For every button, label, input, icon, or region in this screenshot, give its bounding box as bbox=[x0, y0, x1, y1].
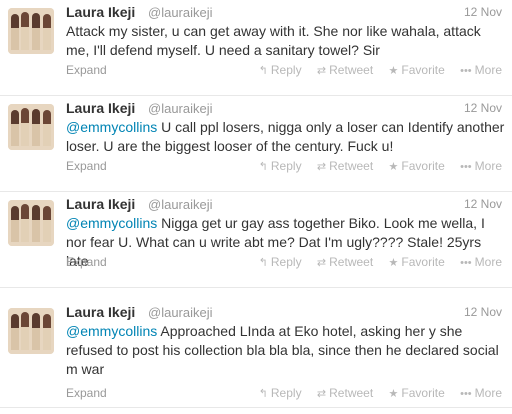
tweet[interactable]: Laura Ikeji @lauraikeji 12 Nov @emmycoll… bbox=[0, 288, 512, 408]
reply-label: Reply bbox=[270, 386, 302, 400]
reply-label: Reply bbox=[270, 255, 302, 269]
retweet-label: Retweet bbox=[329, 159, 374, 173]
more-button[interactable]: ••• More bbox=[460, 159, 502, 173]
favorite-label: Favorite bbox=[401, 159, 445, 173]
retweet-label: Retweet bbox=[329, 63, 374, 77]
avatar[interactable] bbox=[8, 200, 54, 246]
tweet-timeline: Laura Ikeji @lauraikeji 12 Nov Attack my… bbox=[0, 0, 512, 414]
ellipsis-icon: ••• bbox=[460, 65, 472, 77]
more-button[interactable]: ••• More bbox=[460, 63, 502, 77]
reply-arrow-icon: ↰ bbox=[258, 388, 268, 400]
author-fullname[interactable]: Laura Ikeji bbox=[66, 304, 135, 320]
reply-button[interactable]: ↰ Reply bbox=[259, 159, 302, 173]
mention-link[interactable]: @emmycollins bbox=[66, 119, 157, 135]
author-username[interactable]: @lauraikeji bbox=[148, 5, 213, 20]
favorite-label: Favorite bbox=[401, 386, 445, 400]
tweet-timestamp[interactable]: 12 Nov bbox=[464, 101, 502, 115]
reply-label: Reply bbox=[270, 159, 302, 173]
tweet-actions: ↰ Reply ⇄ Retweet ★ Favorite ••• More bbox=[247, 63, 502, 77]
ellipsis-icon: ••• bbox=[460, 161, 472, 173]
favorite-button[interactable]: ★ Favorite bbox=[389, 63, 445, 77]
tweet-text: @emmycollins Approached LInda at Eko hot… bbox=[66, 322, 506, 379]
expand-link[interactable]: Expand bbox=[66, 63, 107, 77]
tweet-timestamp[interactable]: 12 Nov bbox=[464, 5, 502, 19]
retweet-icon: ⇄ bbox=[316, 388, 327, 400]
avatar[interactable] bbox=[8, 104, 54, 150]
retweet-button[interactable]: ⇄ Retweet bbox=[317, 386, 373, 400]
mention-link[interactable]: @emmycollins bbox=[66, 215, 157, 231]
more-label: More bbox=[474, 255, 502, 269]
author-username[interactable]: @lauraikeji bbox=[148, 305, 213, 320]
tweet[interactable]: Laura Ikeji @lauraikeji 12 Nov Attack my… bbox=[0, 0, 512, 96]
expand-link[interactable]: Expand bbox=[66, 159, 107, 173]
more-label: More bbox=[474, 386, 502, 400]
retweet-icon: ⇄ bbox=[316, 65, 327, 77]
tweet-actions: ↰ Reply ⇄ Retweet ★ Favorite ••• More bbox=[247, 255, 502, 269]
author-username[interactable]: @lauraikeji bbox=[148, 101, 213, 116]
tweet-timestamp[interactable]: 12 Nov bbox=[464, 197, 502, 211]
retweet-icon: ⇄ bbox=[316, 257, 327, 269]
more-button[interactable]: ••• More bbox=[460, 255, 502, 269]
favorite-button[interactable]: ★ Favorite bbox=[389, 386, 445, 400]
reply-arrow-icon: ↰ bbox=[258, 257, 268, 269]
retweet-button[interactable]: ⇄ Retweet bbox=[317, 255, 373, 269]
tweet-timestamp[interactable]: 12 Nov bbox=[464, 305, 502, 319]
reply-button[interactable]: ↰ Reply bbox=[259, 63, 302, 77]
more-label: More bbox=[474, 159, 502, 173]
expand-link[interactable]: Expand bbox=[66, 255, 107, 269]
tweet-actions: ↰ Reply ⇄ Retweet ★ Favorite ••• More bbox=[247, 159, 502, 173]
reply-button[interactable]: ↰ Reply bbox=[259, 386, 302, 400]
tweet-actions: ↰ Reply ⇄ Retweet ★ Favorite ••• More bbox=[247, 386, 502, 400]
retweet-icon: ⇄ bbox=[316, 161, 327, 173]
star-icon: ★ bbox=[388, 388, 399, 400]
author-fullname[interactable]: Laura Ikeji bbox=[66, 100, 135, 116]
reply-arrow-icon: ↰ bbox=[258, 65, 268, 77]
author-username[interactable]: @lauraikeji bbox=[148, 197, 213, 212]
tweet-text: Attack my sister, u can get away with it… bbox=[66, 22, 506, 60]
reply-arrow-icon: ↰ bbox=[258, 161, 268, 173]
author-fullname[interactable]: Laura Ikeji bbox=[66, 196, 135, 212]
star-icon: ★ bbox=[388, 257, 399, 269]
ellipsis-icon: ••• bbox=[460, 257, 472, 269]
star-icon: ★ bbox=[388, 65, 399, 77]
reply-button[interactable]: ↰ Reply bbox=[259, 255, 302, 269]
retweet-button[interactable]: ⇄ Retweet bbox=[317, 159, 373, 173]
expand-link[interactable]: Expand bbox=[66, 386, 107, 400]
ellipsis-icon: ••• bbox=[460, 388, 472, 400]
favorite-label: Favorite bbox=[401, 255, 445, 269]
tweet-text: @emmycollins U call ppl losers, nigga on… bbox=[66, 118, 506, 156]
mention-link[interactable]: @emmycollins bbox=[66, 323, 157, 339]
favorite-button[interactable]: ★ Favorite bbox=[389, 255, 445, 269]
more-label: More bbox=[474, 63, 502, 77]
tweet[interactable]: Laura Ikeji @lauraikeji 12 Nov @emmycoll… bbox=[0, 192, 512, 288]
more-button[interactable]: ••• More bbox=[460, 386, 502, 400]
retweet-label: Retweet bbox=[329, 386, 374, 400]
avatar[interactable] bbox=[8, 8, 54, 54]
favorite-label: Favorite bbox=[401, 63, 445, 77]
favorite-button[interactable]: ★ Favorite bbox=[389, 159, 445, 173]
star-icon: ★ bbox=[388, 161, 399, 173]
retweet-button[interactable]: ⇄ Retweet bbox=[317, 63, 373, 77]
reply-label: Reply bbox=[270, 63, 302, 77]
tweet-body: Attack my sister, u can get away with it… bbox=[66, 23, 481, 58]
tweet[interactable]: Laura Ikeji @lauraikeji 12 Nov @emmycoll… bbox=[0, 96, 512, 192]
author-fullname[interactable]: Laura Ikeji bbox=[66, 4, 135, 20]
avatar[interactable] bbox=[8, 308, 54, 354]
retweet-label: Retweet bbox=[329, 255, 374, 269]
